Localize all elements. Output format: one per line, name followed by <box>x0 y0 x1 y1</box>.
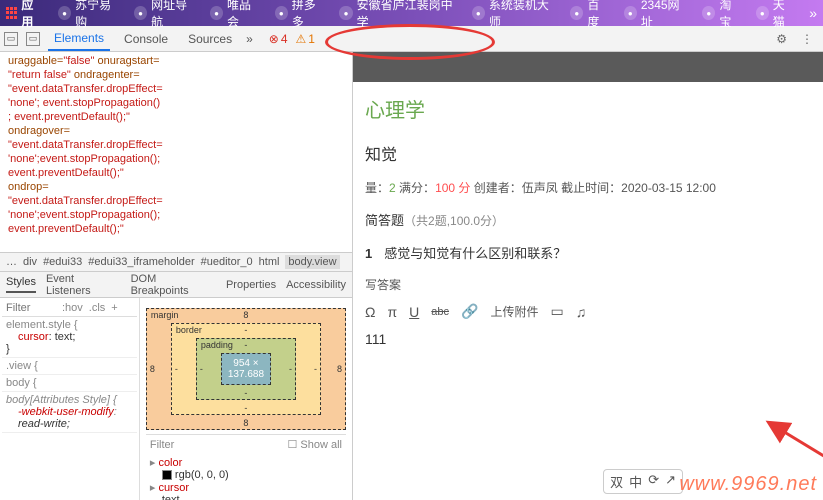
css-rule[interactable]: body[Attributes Style] {-webkit-user-mod… <box>2 392 137 433</box>
crumb-item[interactable]: body.view <box>285 255 339 269</box>
tab-console[interactable]: Console <box>118 28 174 50</box>
box-content: 954 × 137.688 <box>221 353 271 385</box>
bookmark-icon: ● <box>58 6 71 20</box>
music-button[interactable]: ♫ <box>576 304 587 320</box>
css-rule[interactable]: .view {</span></div><div class="prop"><s… <box>2 358 137 375</box>
bookmark-item[interactable]: ●网址导航 <box>134 0 196 30</box>
tab-elements[interactable]: Elements <box>48 27 110 51</box>
warning-count[interactable]: ⚠1 <box>296 32 315 46</box>
page-title: 心理学 <box>365 94 811 123</box>
bookmark-icon: ● <box>472 6 485 20</box>
device-toggle-icon[interactable]: ▭ <box>26 32 40 46</box>
tab-sources[interactable]: Sources <box>182 28 238 50</box>
crumb-item[interactable]: #edui33 <box>43 256 82 268</box>
apps-label: 应用 <box>21 0 44 30</box>
underline-button[interactable]: U <box>409 304 419 320</box>
bookmark-item[interactable]: ●百度 <box>570 0 609 30</box>
bookmark-list: ●苏宁易购 ●网址导航 ●唯品会 ●拼多多 ●安徽省庐江裴岗中学 ●系统装机大师 ●百度 ●2… <box>58 0 795 30</box>
image-button[interactable]: ▭ <box>550 303 563 320</box>
editor-toolbar: Ω π U abc 🔗 上传附件 ▭ ♫ <box>365 303 811 320</box>
section-header: 简答题（共2题,100.0分） <box>365 210 811 229</box>
bookmark-item[interactable]: ●淘宝 <box>702 0 741 30</box>
dom-source[interactable]: uraggable="false" onuragstart="return fa… <box>0 52 352 252</box>
styles-subtabs: Styles Event Listeners DOM Breakpoints Prop… <box>0 272 352 298</box>
crumb-item[interactable]: div <box>23 256 37 268</box>
question: 1感觉与知觉有什么区别和联系？ <box>365 243 811 262</box>
bookmark-item[interactable]: ●系统装机大师 <box>472 0 557 30</box>
page-content: 心理学 知觉 量：2 满分：100 分 创建者：伍声凤 截止时间：2020-03… <box>353 52 823 500</box>
apps-button[interactable]: 应用 <box>6 0 44 30</box>
subtab[interactable]: DOM Breakpoints <box>131 273 216 297</box>
crumb-item[interactable]: html <box>259 256 280 268</box>
strike-button[interactable]: abc <box>431 306 449 318</box>
extensions-icon[interactable]: » <box>809 5 817 21</box>
css-rule[interactable]: body {</span></div><div class="prop"><sp… <box>2 375 137 392</box>
settings-icon[interactable]: ⚙ <box>776 32 787 46</box>
link-button[interactable]: 🔗 <box>461 303 478 320</box>
styles-filter: :hov .cls + <box>2 300 137 317</box>
apps-grid-icon <box>6 7 17 19</box>
bookmark-icon: ● <box>624 6 637 20</box>
computed-pane: margin 8888 border ---- padding ---- 954… <box>140 298 352 500</box>
answer-label: 写答案 <box>365 276 811 293</box>
attach-button[interactable]: 上传附件 <box>490 303 538 320</box>
omega-button[interactable]: Ω <box>365 304 375 320</box>
tool-button[interactable]: 中 <box>629 472 642 491</box>
answer-editor[interactable]: 111 <box>365 326 811 386</box>
hov-toggle[interactable]: :hov <box>62 302 83 314</box>
filter-input[interactable] <box>6 302 56 314</box>
bookmark-icon: ● <box>339 6 352 20</box>
styles-pane: :hov .cls + element.style {cursor: text;… <box>0 298 140 500</box>
bookmark-item[interactable]: ●苏宁易购 <box>58 0 120 30</box>
box-model[interactable]: margin 8888 border ---- padding ---- 954… <box>146 308 346 430</box>
subtab[interactable]: Styles <box>6 276 36 293</box>
bookmark-icon: ● <box>756 6 769 20</box>
watermark: www.9969.net <box>679 473 817 496</box>
crumb-item[interactable]: #edui33_iframeholder <box>88 256 194 268</box>
page-header-bar <box>353 52 823 82</box>
bookmark-icon: ● <box>134 6 147 20</box>
cls-toggle[interactable]: .cls <box>89 302 106 314</box>
bookmark-bar: 应用 ●苏宁易购●网址导航●唯品会●拼多多●安徽省庐江裴岗中学●系统装机大师●百… <box>0 0 823 26</box>
crumb-item[interactable]: #ueditor_0 <box>201 256 253 268</box>
kebab-icon[interactable]: ⋮ <box>795 32 819 46</box>
inspect-icon[interactable]: ▭ <box>4 32 18 46</box>
error-count[interactable]: ⊗4 <box>269 32 288 46</box>
bookmark-item[interactable]: ●拼多多 <box>275 0 326 30</box>
bookmark-item[interactable]: ●2345网址 <box>624 0 689 30</box>
subtab[interactable]: Event Listeners <box>46 273 121 297</box>
bookmark-item[interactable]: ●唯品会 <box>210 0 261 30</box>
computed-filter: Filter ☐ Show all <box>146 434 346 454</box>
add-rule-icon[interactable]: + <box>111 302 117 314</box>
subtab[interactable]: Accessibility <box>286 279 346 291</box>
tool-button[interactable]: 双 <box>610 472 623 491</box>
tabs-overflow[interactable]: » <box>246 32 253 46</box>
crumb-item[interactable]: … <box>6 256 17 268</box>
bookmark-item[interactable]: ●天猫 <box>756 0 795 30</box>
page-subtitle: 知觉 <box>365 141 811 165</box>
bookmark-icon: ● <box>210 6 223 20</box>
tool-button[interactable]: ↗ <box>665 472 676 491</box>
breadcrumb[interactable]: … div #edui33 #edui33_iframeholder #ueditor_… <box>0 252 352 272</box>
devtools-panel: uraggable="false" onuragstart="return fa… <box>0 52 353 500</box>
bookmark-icon: ● <box>570 6 583 20</box>
tool-button[interactable]: ⟳ <box>648 472 659 491</box>
meta-line: 量：2 满分：100 分 创建者：伍声凤 截止时间：2020-03-15 12:… <box>365 179 811 196</box>
floating-toolbar[interactable]: 双中 ⟳ ↗ <box>603 469 683 494</box>
computed-list[interactable]: ▸ color rgb(0, 0, 0) ▸ cursor text ▸ dis… <box>146 454 346 500</box>
bookmark-item[interactable]: ●安徽省庐江裴岗中学 <box>339 0 457 30</box>
bookmark-icon: ● <box>702 6 715 20</box>
subtab[interactable]: Properties <box>226 279 276 291</box>
pi-button[interactable]: π <box>387 304 397 320</box>
bookmark-icon: ● <box>275 6 288 20</box>
css-rule[interactable]: element.style {cursor: text;} <box>2 317 137 358</box>
